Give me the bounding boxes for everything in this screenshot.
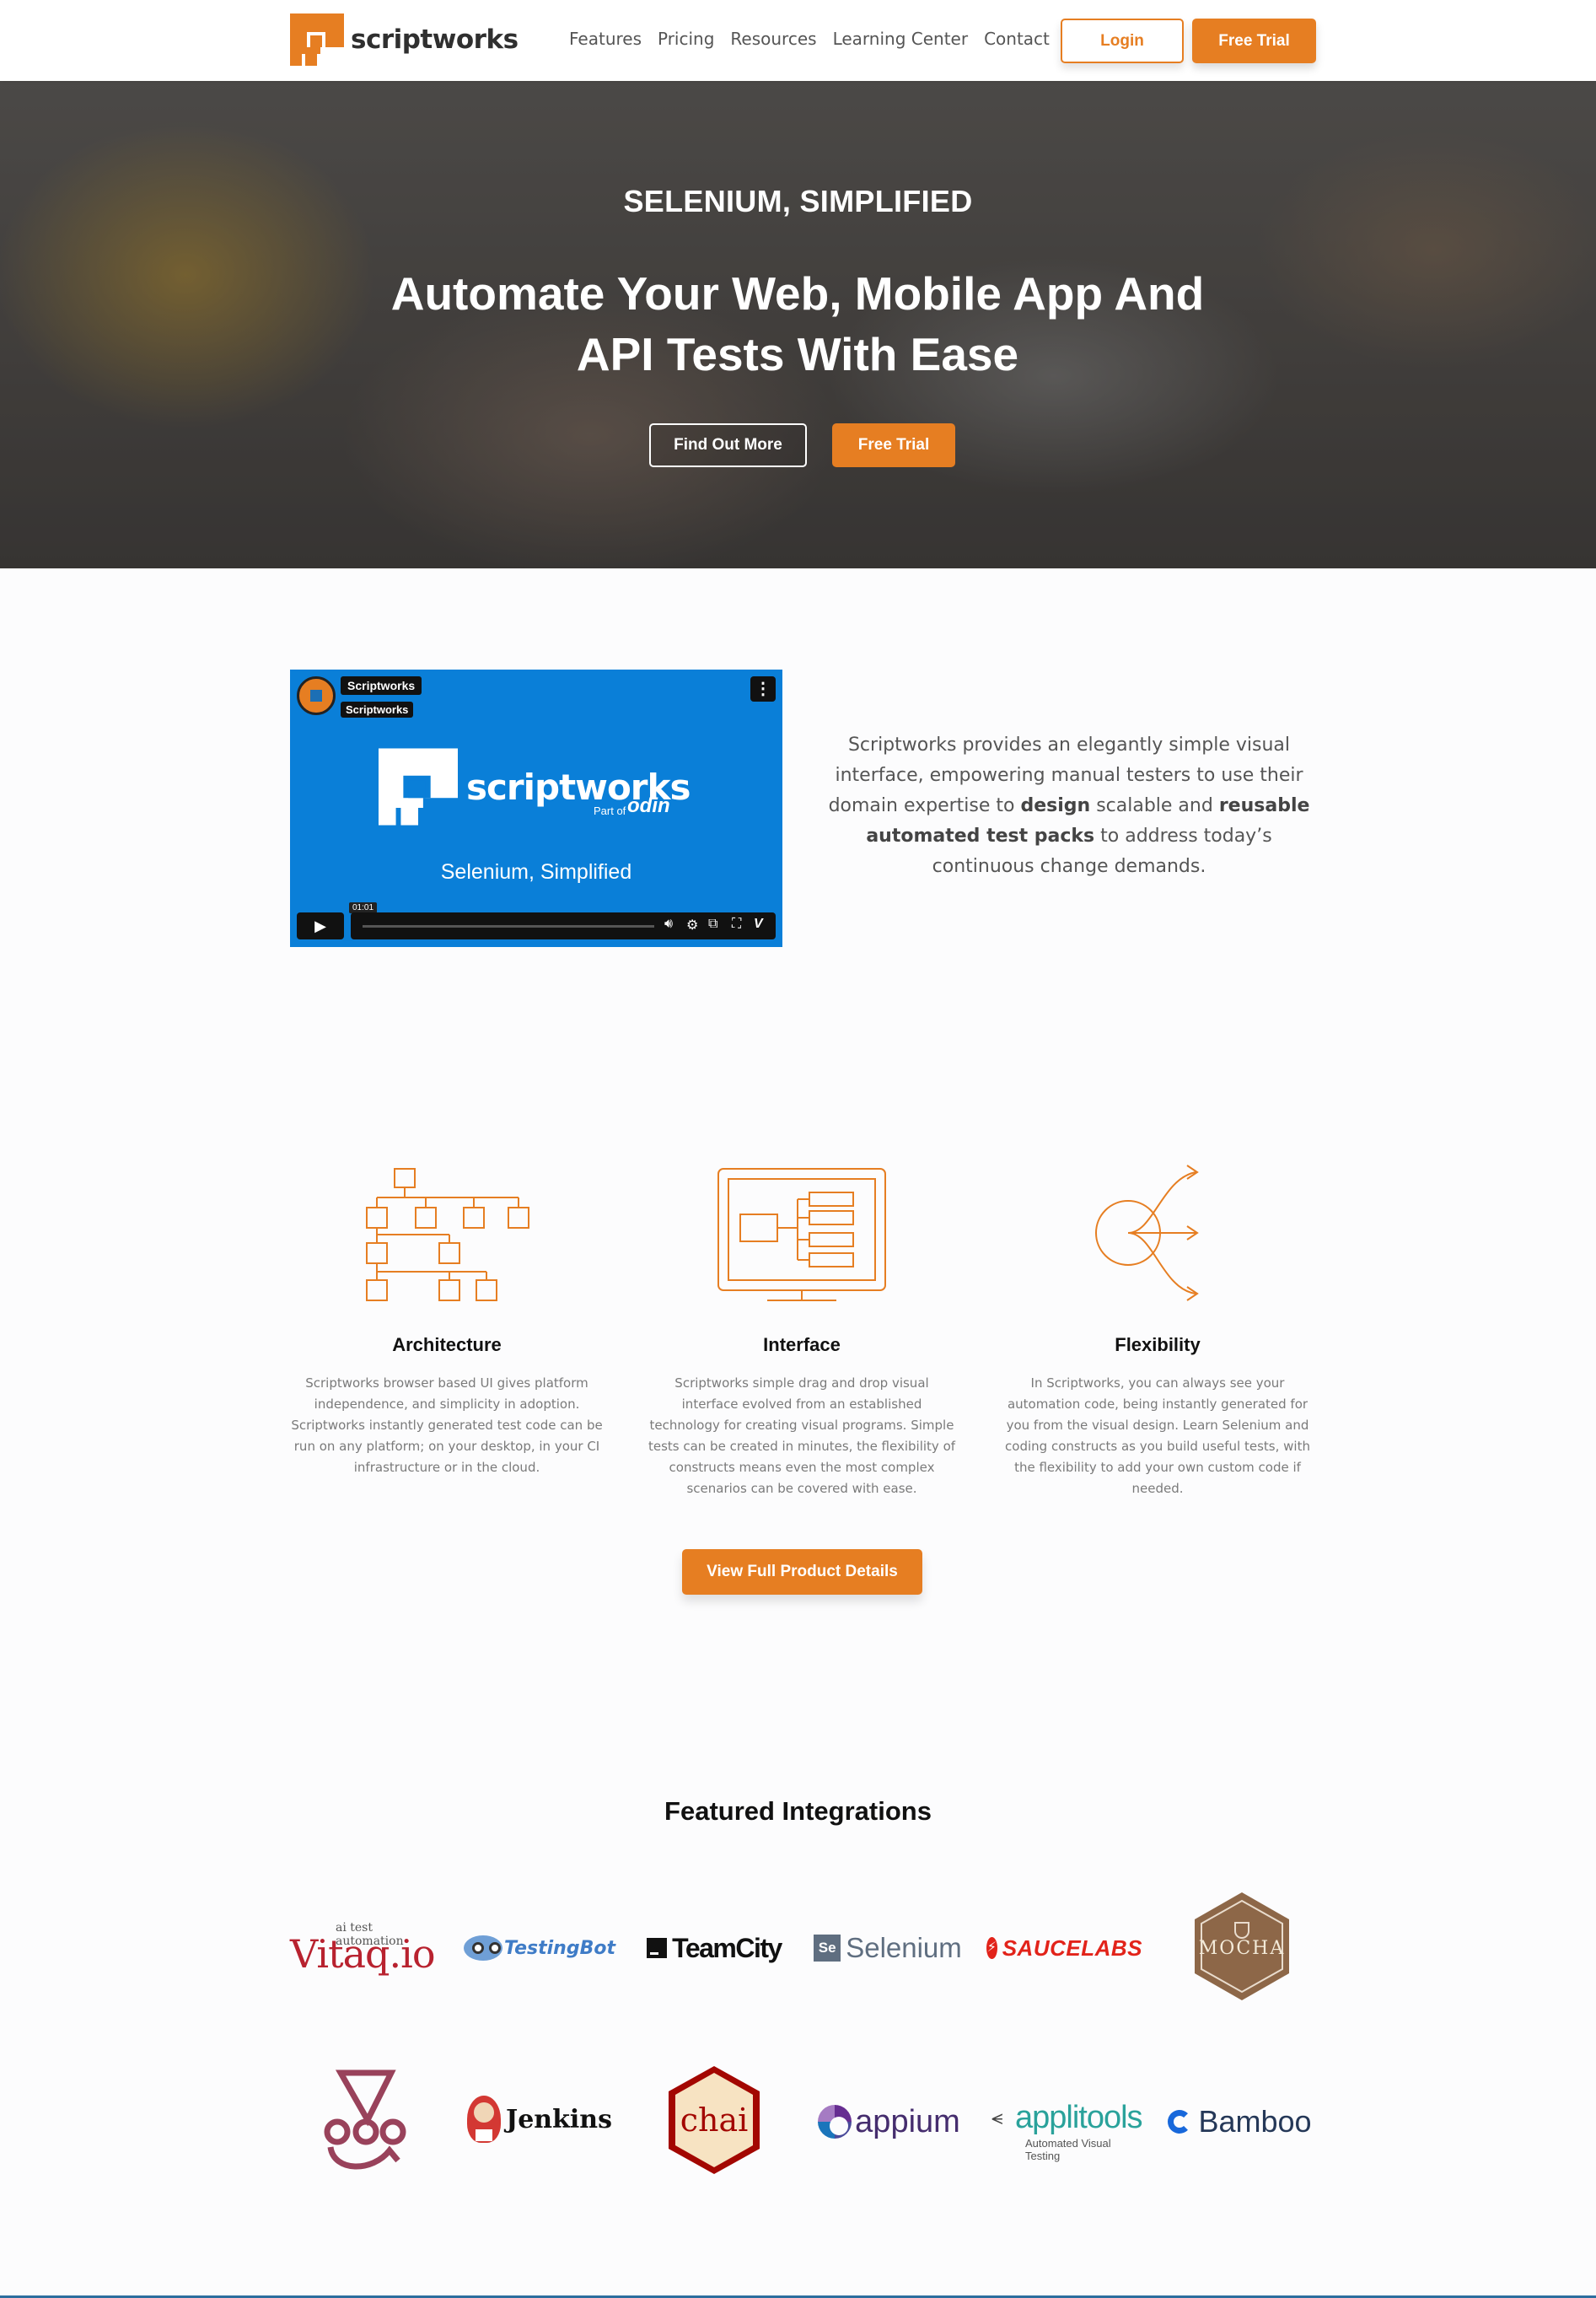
appium-icon — [818, 2105, 852, 2139]
jest-icon — [324, 2069, 406, 2170]
selenium-logo[interactable]: Se Selenium — [812, 1927, 964, 1969]
nav-link-resources[interactable]: Resources — [730, 29, 816, 49]
vitaq-logo[interactable]: ai test automation Vitaq.io — [290, 1914, 442, 1982]
chai-logo[interactable]: chai — [664, 2063, 765, 2177]
vimeo-icon[interactable]: V — [754, 917, 763, 932]
settings-gear-icon[interactable]: ⚙ — [686, 917, 698, 934]
jest-logo[interactable] — [314, 2066, 415, 2176]
selenium-icon: Se — [814, 1935, 841, 1962]
view-product-details-button[interactable]: View Full Product Details — [682, 1549, 922, 1595]
monitor-icon — [717, 1168, 886, 1301]
feature-architecture: Architecture Scriptworks browser based U… — [290, 1162, 604, 1478]
intro-paragraph: Scriptworks provides an elegantly simple… — [823, 730, 1315, 882]
jenkins-butler-icon — [467, 2096, 501, 2143]
login-button[interactable]: Login — [1061, 19, 1184, 63]
video-subtitle: Selenium, Simplified — [440, 860, 632, 884]
feature-title: Architecture — [392, 1334, 502, 1355]
testingbot-name: TestingBot — [503, 1937, 615, 1959]
jenkins-name: Jenkins — [506, 2104, 612, 2134]
chai-name: chai — [680, 2102, 749, 2139]
nav-link-learning-center[interactable]: Learning Center — [833, 29, 969, 49]
integrations-title: Featured Integrations — [664, 1796, 932, 1826]
hero-title: Automate Your Web, Mobile App And API Te… — [390, 267, 1205, 380]
selenium-name: Selenium — [846, 1932, 962, 1963]
video-channel-tag[interactable]: Scriptworks — [341, 676, 422, 695]
find-out-more-button[interactable]: Find Out More — [649, 423, 807, 467]
intro-text-2: scalable and — [1090, 795, 1219, 816]
teamcity-name: TeamCity — [672, 1932, 782, 1963]
appium-logo[interactable]: appium — [811, 2098, 967, 2145]
fullscreen-icon[interactable]: ⛶ — [732, 917, 741, 932]
play-icon[interactable]: ▶ — [297, 912, 344, 939]
hero-kicker: SELENIUM, SIMPLIFIED — [623, 184, 973, 218]
saucelabs-name: SAUCELABS — [1002, 1935, 1142, 1961]
video-logo-icon — [379, 748, 458, 826]
applitools-tagline: Automated Visual Testing — [1025, 2137, 1111, 2162]
mocha-logo[interactable]: MOCHA — [1190, 1889, 1294, 2004]
feature-title: Flexibility — [1115, 1334, 1201, 1355]
saucelabs-icon: ⚡︎ — [986, 1937, 997, 1959]
hero-free-trial-button[interactable]: Free Trial — [832, 423, 955, 467]
nav-link-contact[interactable]: Contact — [984, 29, 1050, 49]
nav-link-pricing[interactable]: Pricing — [658, 29, 714, 49]
video-controls-bar: 🔊︎ ⚙ ⧉ ⛶ V — [351, 912, 776, 939]
nav-link-features[interactable]: Features — [569, 29, 642, 49]
feature-flexibility: Flexibility In Scriptworks, you can alwa… — [1001, 1162, 1314, 1499]
bamboo-logo[interactable]: Bamboo — [1166, 2098, 1314, 2145]
bamboo-icon — [1168, 2110, 1192, 2134]
video-odin-brand: odin — [627, 794, 670, 817]
more-options-icon[interactable]: ⋮ — [750, 676, 776, 702]
free-trial-button[interactable]: Free Trial — [1192, 19, 1316, 63]
testingbot-robot-icon — [464, 1935, 502, 1961]
hierarchy-icon — [366, 1168, 529, 1301]
video-title-tag[interactable]: Scriptworks — [341, 702, 414, 718]
channel-avatar[interactable] — [297, 676, 336, 715]
applitools-name: applitools — [1015, 2100, 1143, 2135]
video-part-of: Part of — [594, 805, 626, 817]
branching-arrows-icon — [1095, 1165, 1199, 1301]
video-player[interactable]: Scriptworks Scriptworks ⋮ scriptworks Pa… — [290, 670, 782, 947]
teamcity-icon — [647, 1938, 668, 1958]
feature-title: Interface — [763, 1334, 841, 1355]
jenkins-logo[interactable]: Jenkins — [464, 2090, 615, 2149]
picture-in-picture-icon[interactable]: ⧉ — [708, 917, 717, 932]
top-navbar: scriptworks Features Pricing Resources L… — [0, 0, 1596, 81]
brand-logo[interactable]: scriptworks — [290, 13, 519, 66]
feature-description: Scriptworks browser based UI gives platf… — [291, 1375, 603, 1475]
volume-icon[interactable]: 🔊︎ — [664, 917, 673, 932]
scriptworks-logo-icon — [290, 13, 344, 66]
teamcity-logo[interactable]: TeamCity — [642, 1927, 786, 1969]
video-progress-track[interactable] — [363, 925, 654, 928]
brand-name: scriptworks — [351, 24, 519, 55]
applitools-icon: ⪪ — [991, 2107, 1003, 2129]
nav-links: Features Pricing Resources Learning Cent… — [569, 29, 1050, 49]
feature-interface: Interface Scriptworks simple drag and dr… — [645, 1162, 959, 1499]
mocha-name: MOCHA — [1198, 1937, 1286, 1959]
vitaq-name: Vitaq.io — [290, 1931, 436, 1977]
intro-bold-design: design — [1020, 795, 1091, 816]
bamboo-name: Bamboo — [1198, 2104, 1312, 2139]
hero-banner: SELENIUM, SIMPLIFIED Automate Your Web, … — [0, 81, 1596, 568]
applitools-logo[interactable]: ⪪ applitools Automated Visual Testing — [988, 2093, 1144, 2162]
testingbot-logo[interactable]: TestingBot — [464, 1927, 615, 1969]
appium-name: appium — [855, 2103, 960, 2139]
saucelabs-logo[interactable]: ⚡︎ SAUCELABS — [986, 1927, 1142, 1969]
feature-description: In Scriptworks, you can always see your … — [1005, 1375, 1310, 1496]
feature-description: Scriptworks simple drag and drop visual … — [648, 1375, 956, 1496]
